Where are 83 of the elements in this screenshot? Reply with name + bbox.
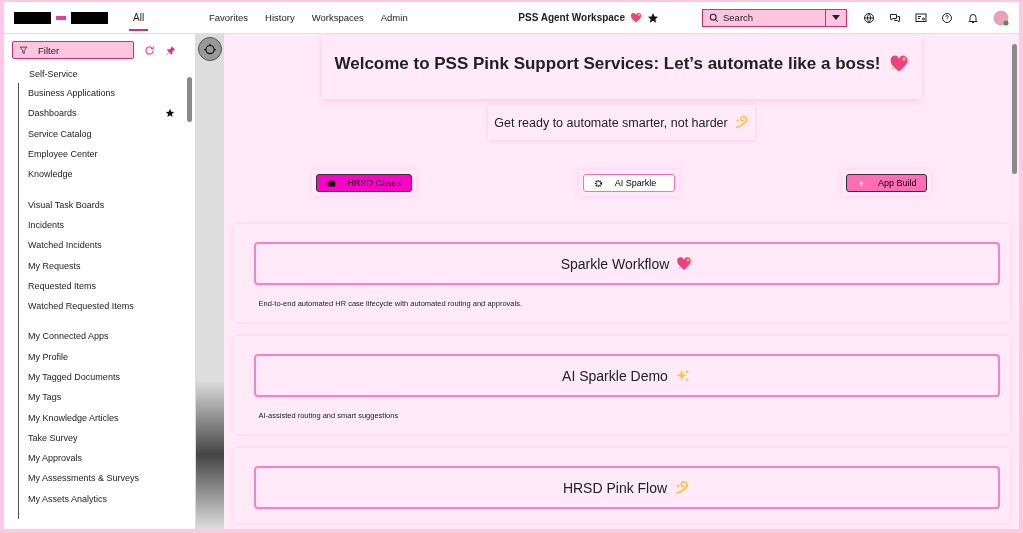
workspace-title: PSS Agent Workspace — [518, 12, 625, 23]
action-button[interactable]: HRSD Cases — [315, 174, 412, 192]
nav-item-label: My Profile — [28, 351, 68, 362]
nav-item-label: Requested Items — [28, 280, 97, 291]
filter-field[interactable]: Filter — [12, 41, 134, 59]
nav-item-label: Knowledge — [28, 169, 73, 180]
nav-item[interactable]: My Knowledge Articles — [19, 407, 183, 428]
nav-item[interactable]: Employee Center — [19, 143, 183, 165]
nav-item[interactable]: Visual Task Boards — [19, 194, 183, 215]
globe-icon[interactable] — [863, 11, 875, 24]
card-title: AI Sparkle Demo — [562, 367, 668, 384]
nav-item-label: My Tags — [28, 392, 62, 403]
nav-item-label: My Connected Apps — [28, 331, 109, 342]
nav-item[interactable]: My Assets Analytics — [19, 488, 183, 509]
gear-icon — [593, 178, 603, 188]
caret-icon — [832, 15, 840, 20]
scrollbar-thumb[interactable] — [187, 77, 192, 122]
welcome-title: Welcome to PSS Pink Support Services: Let’s automate like a boss! — [334, 54, 881, 74]
nav-item-label: My Approvals — [28, 453, 83, 464]
nav-item[interactable]: My Requests — [19, 255, 183, 276]
nav-item[interactable]: Requested Items — [19, 275, 183, 296]
nav-item[interactable]: My Approvals — [19, 448, 183, 469]
redacted-block — [71, 11, 108, 24]
search-field[interactable]: Search — [702, 8, 847, 27]
nav-link[interactable]: Favorites — [209, 12, 249, 23]
scrollbar-thumb[interactable] — [1012, 44, 1017, 174]
nav-item-label: Take Survey — [28, 432, 78, 443]
nav-item[interactable]: My Tags — [19, 387, 183, 408]
card-title: Sparkle Workflow — [560, 255, 670, 272]
nav-item-label: My Tagged Documents — [28, 372, 120, 382]
swirl-star-icon — [674, 479, 691, 496]
refresh-icon — [144, 44, 155, 56]
nav-item-label: Business Applications — [28, 88, 116, 99]
redacted-block — [14, 11, 51, 24]
nav-item-label: Watched Requested Items — [28, 301, 134, 312]
sparkles-icon — [674, 367, 691, 384]
heart-icon — [676, 255, 693, 272]
nav-item[interactable]: Knowledge — [19, 164, 183, 185]
nav-item-label: My Knowledge Articles — [28, 412, 119, 423]
chat-icon[interactable] — [889, 11, 901, 24]
bell-icon[interactable] — [967, 11, 979, 24]
filter-icon — [19, 45, 28, 55]
card-title: HRSD Pink Flow — [562, 479, 668, 496]
nav-item[interactable]: My Tagged Documents — [19, 366, 183, 388]
action-button[interactable]: AI Sparkle — [582, 174, 676, 192]
nav-item[interactable]: Service Catalog — [19, 123, 183, 144]
nav-link[interactable]: Admin — [380, 12, 408, 23]
nav-item-label: Incidents — [28, 219, 65, 230]
nav-item-label: Dashboards — [28, 108, 77, 119]
nav-link[interactable]: Workspaces — [311, 12, 364, 23]
subtitle-text: Get ready to automate smarter, not harder — [494, 115, 728, 130]
nav-item[interactable]: My Connected Apps — [19, 326, 183, 347]
nav-item[interactable]: Take Survey — [19, 427, 183, 449]
nav-item[interactable]: Dashboards — [19, 103, 183, 124]
nav-section-title[interactable]: Self-Service — [4, 65, 183, 83]
nav-item-label: My Assessments & Surveys — [28, 473, 140, 484]
star-icon — [647, 11, 659, 24]
nav-item-label: Service Catalog — [28, 128, 92, 139]
nav-item-label: Employee Center — [28, 149, 98, 160]
search-input[interactable]: Search — [723, 12, 823, 23]
action-button[interactable]: App Build — [845, 174, 928, 192]
nav-item-label: My Assets Analytics — [28, 493, 108, 504]
nav-item[interactable]: Watched Requested Items — [19, 295, 183, 317]
heart-icon — [630, 11, 642, 24]
nav-item-label: Visual Task Boards — [28, 199, 105, 210]
nav-item[interactable]: Incidents — [19, 214, 183, 236]
nav-item-label: Watched Incidents — [28, 240, 102, 251]
nav-item[interactable]: My Assessments & Surveys — [19, 468, 183, 489]
nav-item[interactable]: Business Applications — [19, 83, 183, 104]
nav-link[interactable]: History — [265, 12, 295, 23]
card-icon[interactable] — [915, 11, 927, 24]
search-icon — [709, 12, 719, 23]
avatar[interactable] — [993, 9, 1009, 26]
heart-icon — [888, 54, 909, 74]
help-icon[interactable] — [941, 11, 953, 24]
nav-item[interactable]: Watched Incidents — [19, 235, 183, 256]
briefcase-icon — [326, 178, 336, 188]
logo-mark — [56, 15, 66, 20]
all-tab[interactable]: All — [129, 4, 149, 31]
nav-item-label: My Requests — [28, 260, 81, 271]
nav-item[interactable]: My Profile — [19, 346, 183, 367]
filter-input[interactable]: Filter — [38, 44, 118, 56]
pin-icon[interactable] — [165, 44, 176, 56]
